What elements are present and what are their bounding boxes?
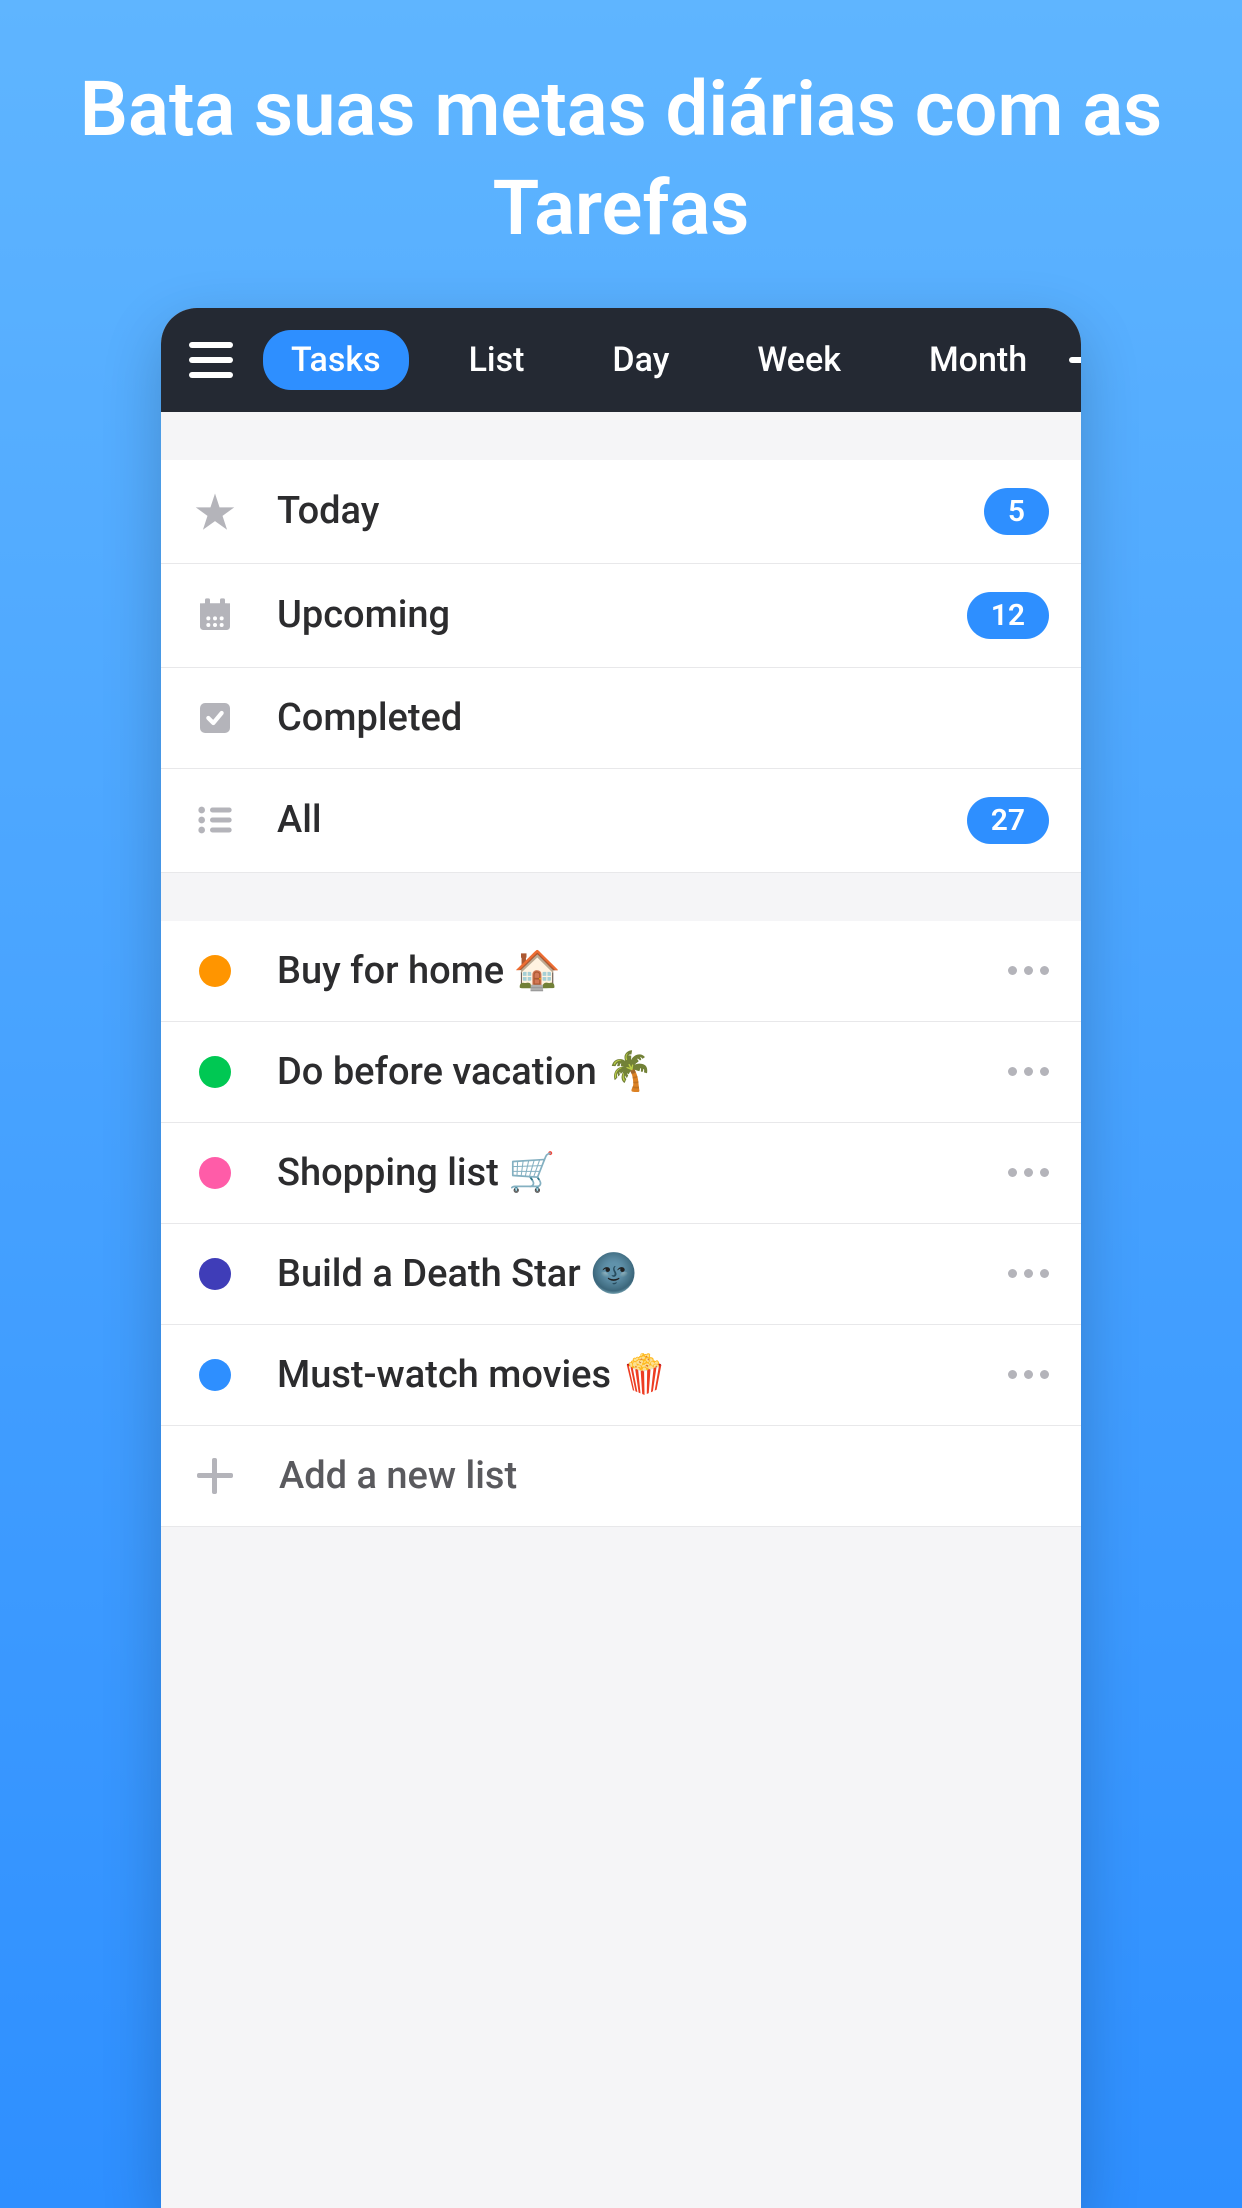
calendar-icon <box>193 593 237 637</box>
count-badge: 12 <box>967 592 1049 639</box>
tab-week[interactable]: Week <box>729 330 869 390</box>
user-list-item[interactable]: Build a Death Star 🌚 <box>161 1224 1081 1325</box>
count-badge: 27 <box>967 797 1049 844</box>
smart-list-all[interactable]: All 27 <box>161 769 1081 873</box>
lists-container: Today 5 Upcoming 12 Completed <box>161 412 1081 1527</box>
app-screen: Tasks List Day Week Month Today 5 <box>161 308 1081 2208</box>
tab-tasks[interactable]: Tasks <box>263 330 409 390</box>
marketing-headline: Bata suas metas diárias com as Tarefas <box>0 60 1242 258</box>
list-color-dot <box>199 1258 231 1290</box>
list-icon <box>193 798 237 842</box>
user-list-item[interactable]: Shopping list 🛒 <box>161 1123 1081 1224</box>
count-badge: 5 <box>984 488 1049 535</box>
list-color-dot <box>199 955 231 987</box>
check-icon <box>193 696 237 740</box>
app-header: Tasks List Day Week Month <box>161 308 1081 412</box>
section-gap <box>161 873 1081 921</box>
smart-list-label: Upcoming <box>277 593 967 637</box>
more-icon[interactable] <box>1008 1269 1049 1278</box>
tab-month[interactable]: Month <box>901 330 1055 390</box>
smart-list-completed[interactable]: Completed <box>161 668 1081 769</box>
smart-list-label: All <box>277 798 967 842</box>
menu-icon[interactable] <box>189 336 233 384</box>
add-new-list-row[interactable]: Add a new list <box>161 1426 1081 1527</box>
section-gap <box>161 412 1081 460</box>
more-icon[interactable] <box>1008 966 1049 975</box>
smart-list-upcoming[interactable]: Upcoming 12 <box>161 564 1081 668</box>
add-list-label: Add a new list <box>279 1454 1049 1498</box>
user-list-item[interactable]: Buy for home 🏠 <box>161 921 1081 1022</box>
list-color-dot <box>199 1359 231 1391</box>
user-lists-section: Buy for home 🏠 Do before vacation 🌴 Shop… <box>161 921 1081 1527</box>
tab-day[interactable]: Day <box>584 330 697 390</box>
smart-lists-section: Today 5 Upcoming 12 Completed <box>161 460 1081 873</box>
user-list-label: Shopping list 🛒 <box>277 1151 1008 1195</box>
more-icon[interactable] <box>1008 1370 1049 1379</box>
list-color-dot <box>199 1157 231 1189</box>
smart-list-today[interactable]: Today 5 <box>161 460 1081 564</box>
user-list-item[interactable]: Do before vacation 🌴 <box>161 1022 1081 1123</box>
view-tabs: Tasks List Day Week Month <box>263 330 1055 390</box>
plus-icon <box>195 1456 235 1496</box>
star-icon <box>193 489 237 533</box>
more-icon[interactable] <box>1008 1067 1049 1076</box>
list-color-dot <box>199 1056 231 1088</box>
user-list-label: Build a Death Star 🌚 <box>277 1252 1008 1296</box>
smart-list-label: Completed <box>277 696 1049 740</box>
tab-list[interactable]: List <box>441 330 553 390</box>
user-list-label: Buy for home 🏠 <box>277 949 1008 993</box>
smart-list-label: Today <box>277 489 984 533</box>
more-icon[interactable] <box>1008 1168 1049 1177</box>
user-list-label: Must-watch movies 🍿 <box>277 1353 1008 1397</box>
user-list-item[interactable]: Must-watch movies 🍿 <box>161 1325 1081 1426</box>
user-list-label: Do before vacation 🌴 <box>277 1050 1008 1094</box>
